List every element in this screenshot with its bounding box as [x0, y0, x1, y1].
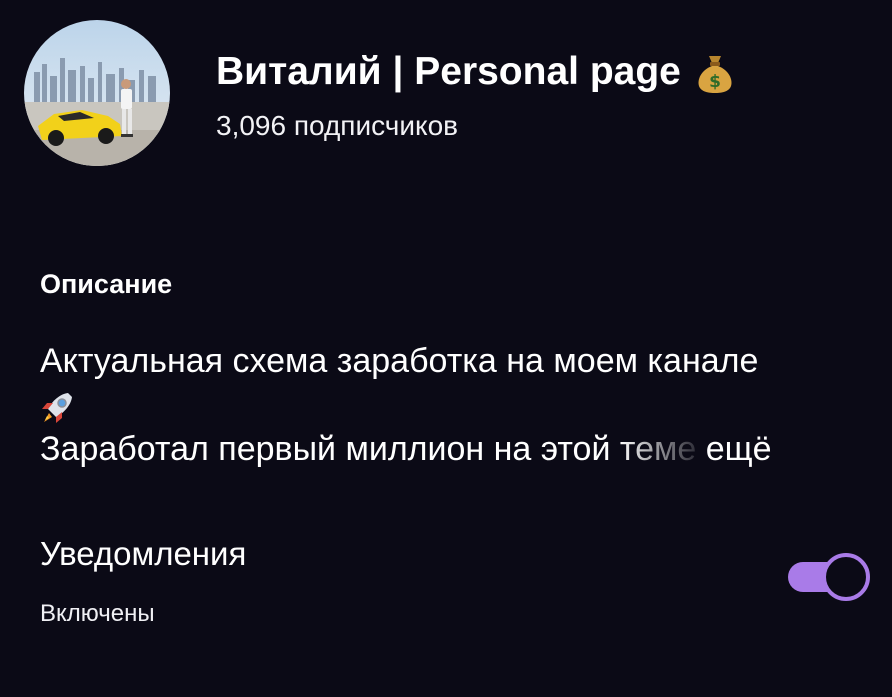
avatar[interactable]	[24, 20, 170, 166]
description-heading: Описание	[40, 269, 173, 299]
toggle-thumb	[822, 553, 870, 601]
notifications-toggle[interactable]	[788, 552, 870, 602]
channel-title-text: Виталий | Personal page	[216, 50, 681, 93]
channel-title: Виталий | Personal page $	[216, 44, 735, 100]
money-bag-icon: $	[695, 50, 735, 94]
notifications-label[interactable]: Уведомления	[40, 533, 246, 575]
description-more-link[interactable]: ещё	[696, 430, 772, 468]
description-line-1: Актуальная схема заработка на моем канал…	[40, 342, 759, 380]
description-faded-text: теме	[619, 430, 697, 468]
avatar-photo-image	[24, 20, 170, 166]
description-line-2-text: Заработал первый миллион на этой	[40, 430, 620, 468]
rocket-icon	[38, 389, 76, 427]
notifications-status: Включены	[40, 600, 155, 627]
channel-info-screen: Виталий | Personal page $ 3,096 подписчи…	[0, 0, 892, 697]
svg-text:$: $	[709, 72, 721, 92]
description-line-2: Заработал первый миллион на этой теме ещ…	[40, 428, 772, 470]
subscriber-count: 3,096 подписчиков	[216, 110, 459, 141]
